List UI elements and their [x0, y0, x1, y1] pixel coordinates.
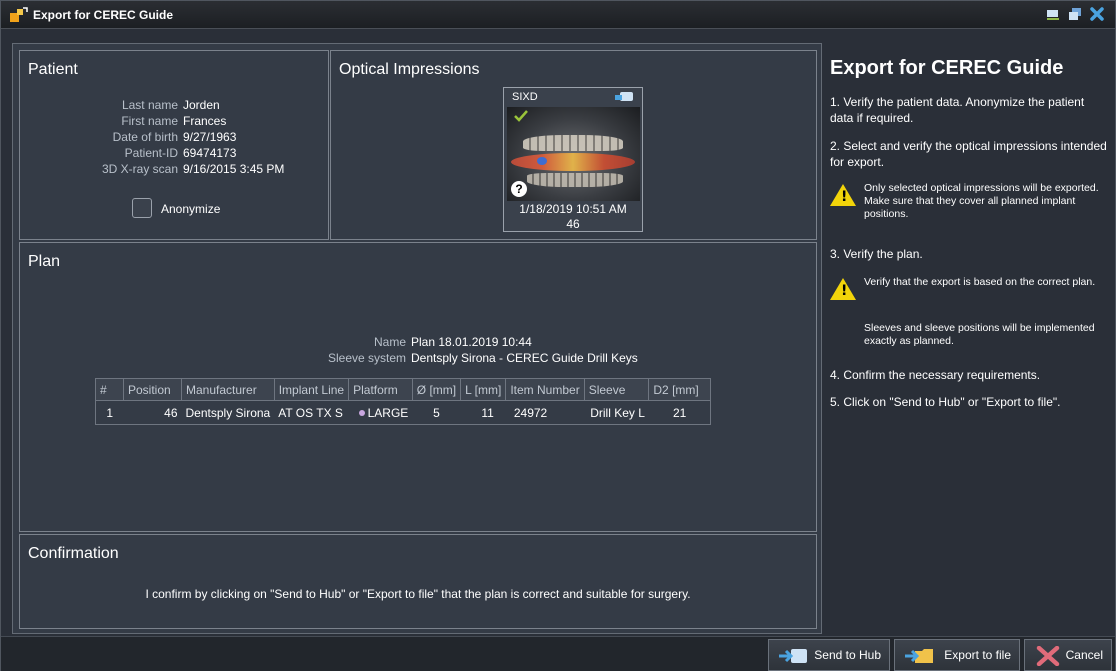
cancel-button[interactable]: Cancel: [1024, 639, 1112, 671]
patient-id-label: Patient-ID: [124, 146, 178, 160]
sleeve-system-label: Sleeve system: [327, 351, 406, 365]
table-header-row: # Position Manufacturer Implant Line Pla…: [95, 378, 712, 401]
plan-panel: Plan Name Plan 18.01.2019 10:44 Sleeve s…: [19, 242, 817, 532]
confirmation-text: I confirm by clicking on "Send to Hub" o…: [145, 587, 691, 601]
last-name-label: Last name: [121, 98, 178, 112]
export-to-file-button[interactable]: Export to file: [894, 639, 1020, 671]
col-sleeve[interactable]: Sleeve: [583, 378, 650, 401]
xray-scan-value: 9/16/2015 3:45 PM: [183, 162, 285, 176]
first-name-value: Frances: [183, 114, 227, 128]
cancel-label: Cancel: [1065, 648, 1103, 662]
help-panel: Export for CEREC Guide 1. Verify the pat…: [823, 43, 1113, 634]
plan-name-value: Plan 18.01.2019 10:44: [411, 335, 532, 349]
anonymize-checkbox[interactable]: [132, 198, 152, 218]
help-icon[interactable]: ?: [511, 181, 527, 197]
warning-text-1: Only selected optical impressions will b…: [864, 182, 1099, 220]
col-d2[interactable]: D2 [mm]: [648, 378, 712, 401]
help-step-4: 4. Confirm the necessary requirements.: [830, 368, 1041, 382]
optical-impressions-panel: Optical Impressions SIXD ? 1/18/2019 10:…: [330, 50, 817, 240]
send-to-hub-icon: [777, 646, 809, 666]
send-to-hub-label: Send to Hub: [814, 648, 881, 662]
cell-platform: LARGE: [348, 400, 413, 425]
window-title: Export for CEREC Guide: [33, 7, 174, 22]
cell-diameter: 5: [412, 400, 461, 425]
title-bar: Export for CEREC Guide: [1, 1, 1115, 29]
scan-device-icon: [614, 90, 634, 104]
cell-position: 46: [123, 400, 182, 425]
impression-date: 1/18/2019 10:51 AM: [519, 202, 627, 216]
col-diameter[interactable]: Ø [mm]: [411, 378, 462, 401]
help-step-1: 1. Verify the patient data. Anonymize th…: [830, 95, 1085, 125]
anonymize-label[interactable]: Anonymize: [161, 202, 220, 216]
impression-source: SIXD: [512, 91, 538, 103]
cell-index: 1: [95, 400, 124, 425]
impression-card[interactable]: SIXD ? 1/18/2019 10:51 AM 46: [503, 87, 643, 232]
optical-impressions-heading: Optical Impressions: [339, 61, 480, 78]
date-of-birth-value: 9/27/1963: [183, 130, 237, 144]
col-length[interactable]: L [mm]: [460, 378, 507, 401]
col-implant-line[interactable]: Implant Line: [273, 378, 350, 401]
help-step-5: 5. Click on "Send to Hub" or "Export to …: [830, 395, 1061, 409]
export-dialog: Export for CEREC Guide Patient Last name…: [0, 0, 1116, 671]
sleeve-note: Sleeves and sleeve positions will be imp…: [864, 322, 1095, 347]
cell-implant-line: AT OS TX S: [274, 400, 349, 425]
minimize-icon[interactable]: [1045, 6, 1061, 22]
patient-heading: Patient: [28, 61, 78, 78]
col-position[interactable]: Position: [123, 378, 182, 401]
last-name-value: Jorden: [183, 98, 220, 112]
checkmark-icon: [513, 109, 529, 126]
warning-selected-impressions: Only selected optical impressions will b…: [830, 182, 1110, 232]
xray-scan-label: 3D X-ray scan: [101, 162, 178, 176]
warning-icon: [830, 278, 856, 300]
footer-bar: Send to Hub Export to file Cancel: [1, 636, 1115, 671]
sleeve-system-value: Dentsply Sirona - CEREC Guide Drill Keys: [411, 351, 638, 365]
export-to-file-icon: [903, 646, 935, 666]
confirmation-heading: Confirmation: [28, 545, 119, 562]
help-title: Export for CEREC Guide: [830, 57, 1064, 79]
cell-item-number: 24972: [505, 400, 585, 425]
warning-correct-plan: Verify that the export is based on the c…: [830, 276, 1110, 306]
export-guide-icon: [9, 6, 29, 23]
warning-text-2: Verify that the export is based on the c…: [864, 276, 1096, 288]
platform-dot-icon: [358, 409, 365, 416]
cell-sleeve: Drill Key L: [584, 400, 649, 425]
help-step-3: 3. Verify the plan.: [830, 247, 923, 261]
col-manufacturer[interactable]: Manufacturer: [181, 378, 275, 401]
cancel-icon: [1033, 645, 1065, 667]
impression-tooth: 46: [566, 217, 580, 231]
col-platform[interactable]: Platform: [348, 378, 413, 401]
date-of-birth-label: Date of birth: [112, 130, 178, 144]
plan-name-label: Name: [373, 335, 406, 349]
help-step-2: 2. Select and verify the optical impress…: [830, 139, 1107, 169]
close-icon[interactable]: [1089, 6, 1105, 22]
cell-length: 11: [460, 400, 506, 425]
col-index[interactable]: #: [95, 378, 124, 401]
implant-table: # Position Manufacturer Implant Line Pla…: [95, 378, 712, 425]
restore-icon[interactable]: [1067, 6, 1083, 22]
cell-manufacturer: Dentsply Sirona: [181, 400, 275, 425]
export-to-file-label: Export to file: [944, 648, 1011, 662]
platform-value: LARGE: [367, 405, 409, 420]
patient-id-value: 69474173: [183, 146, 237, 160]
cell-d2: 21: [648, 400, 712, 425]
confirmation-panel: Confirmation I confirm by clicking on "S…: [19, 534, 817, 629]
first-name-label: First name: [121, 114, 178, 128]
col-item-number[interactable]: Item Number: [505, 378, 585, 401]
patient-panel: Patient Last name Jorden First name Fran…: [19, 50, 329, 240]
plan-heading: Plan: [28, 253, 61, 270]
impression-thumbnail: ?: [507, 107, 640, 201]
table-row[interactable]: 1 46 Dentsply Sirona AT OS TX S LARGE 5 …: [95, 400, 712, 425]
send-to-hub-button[interactable]: Send to Hub: [768, 639, 890, 671]
main-area: Patient Last name Jorden First name Fran…: [12, 43, 822, 634]
warning-icon: [830, 184, 856, 206]
